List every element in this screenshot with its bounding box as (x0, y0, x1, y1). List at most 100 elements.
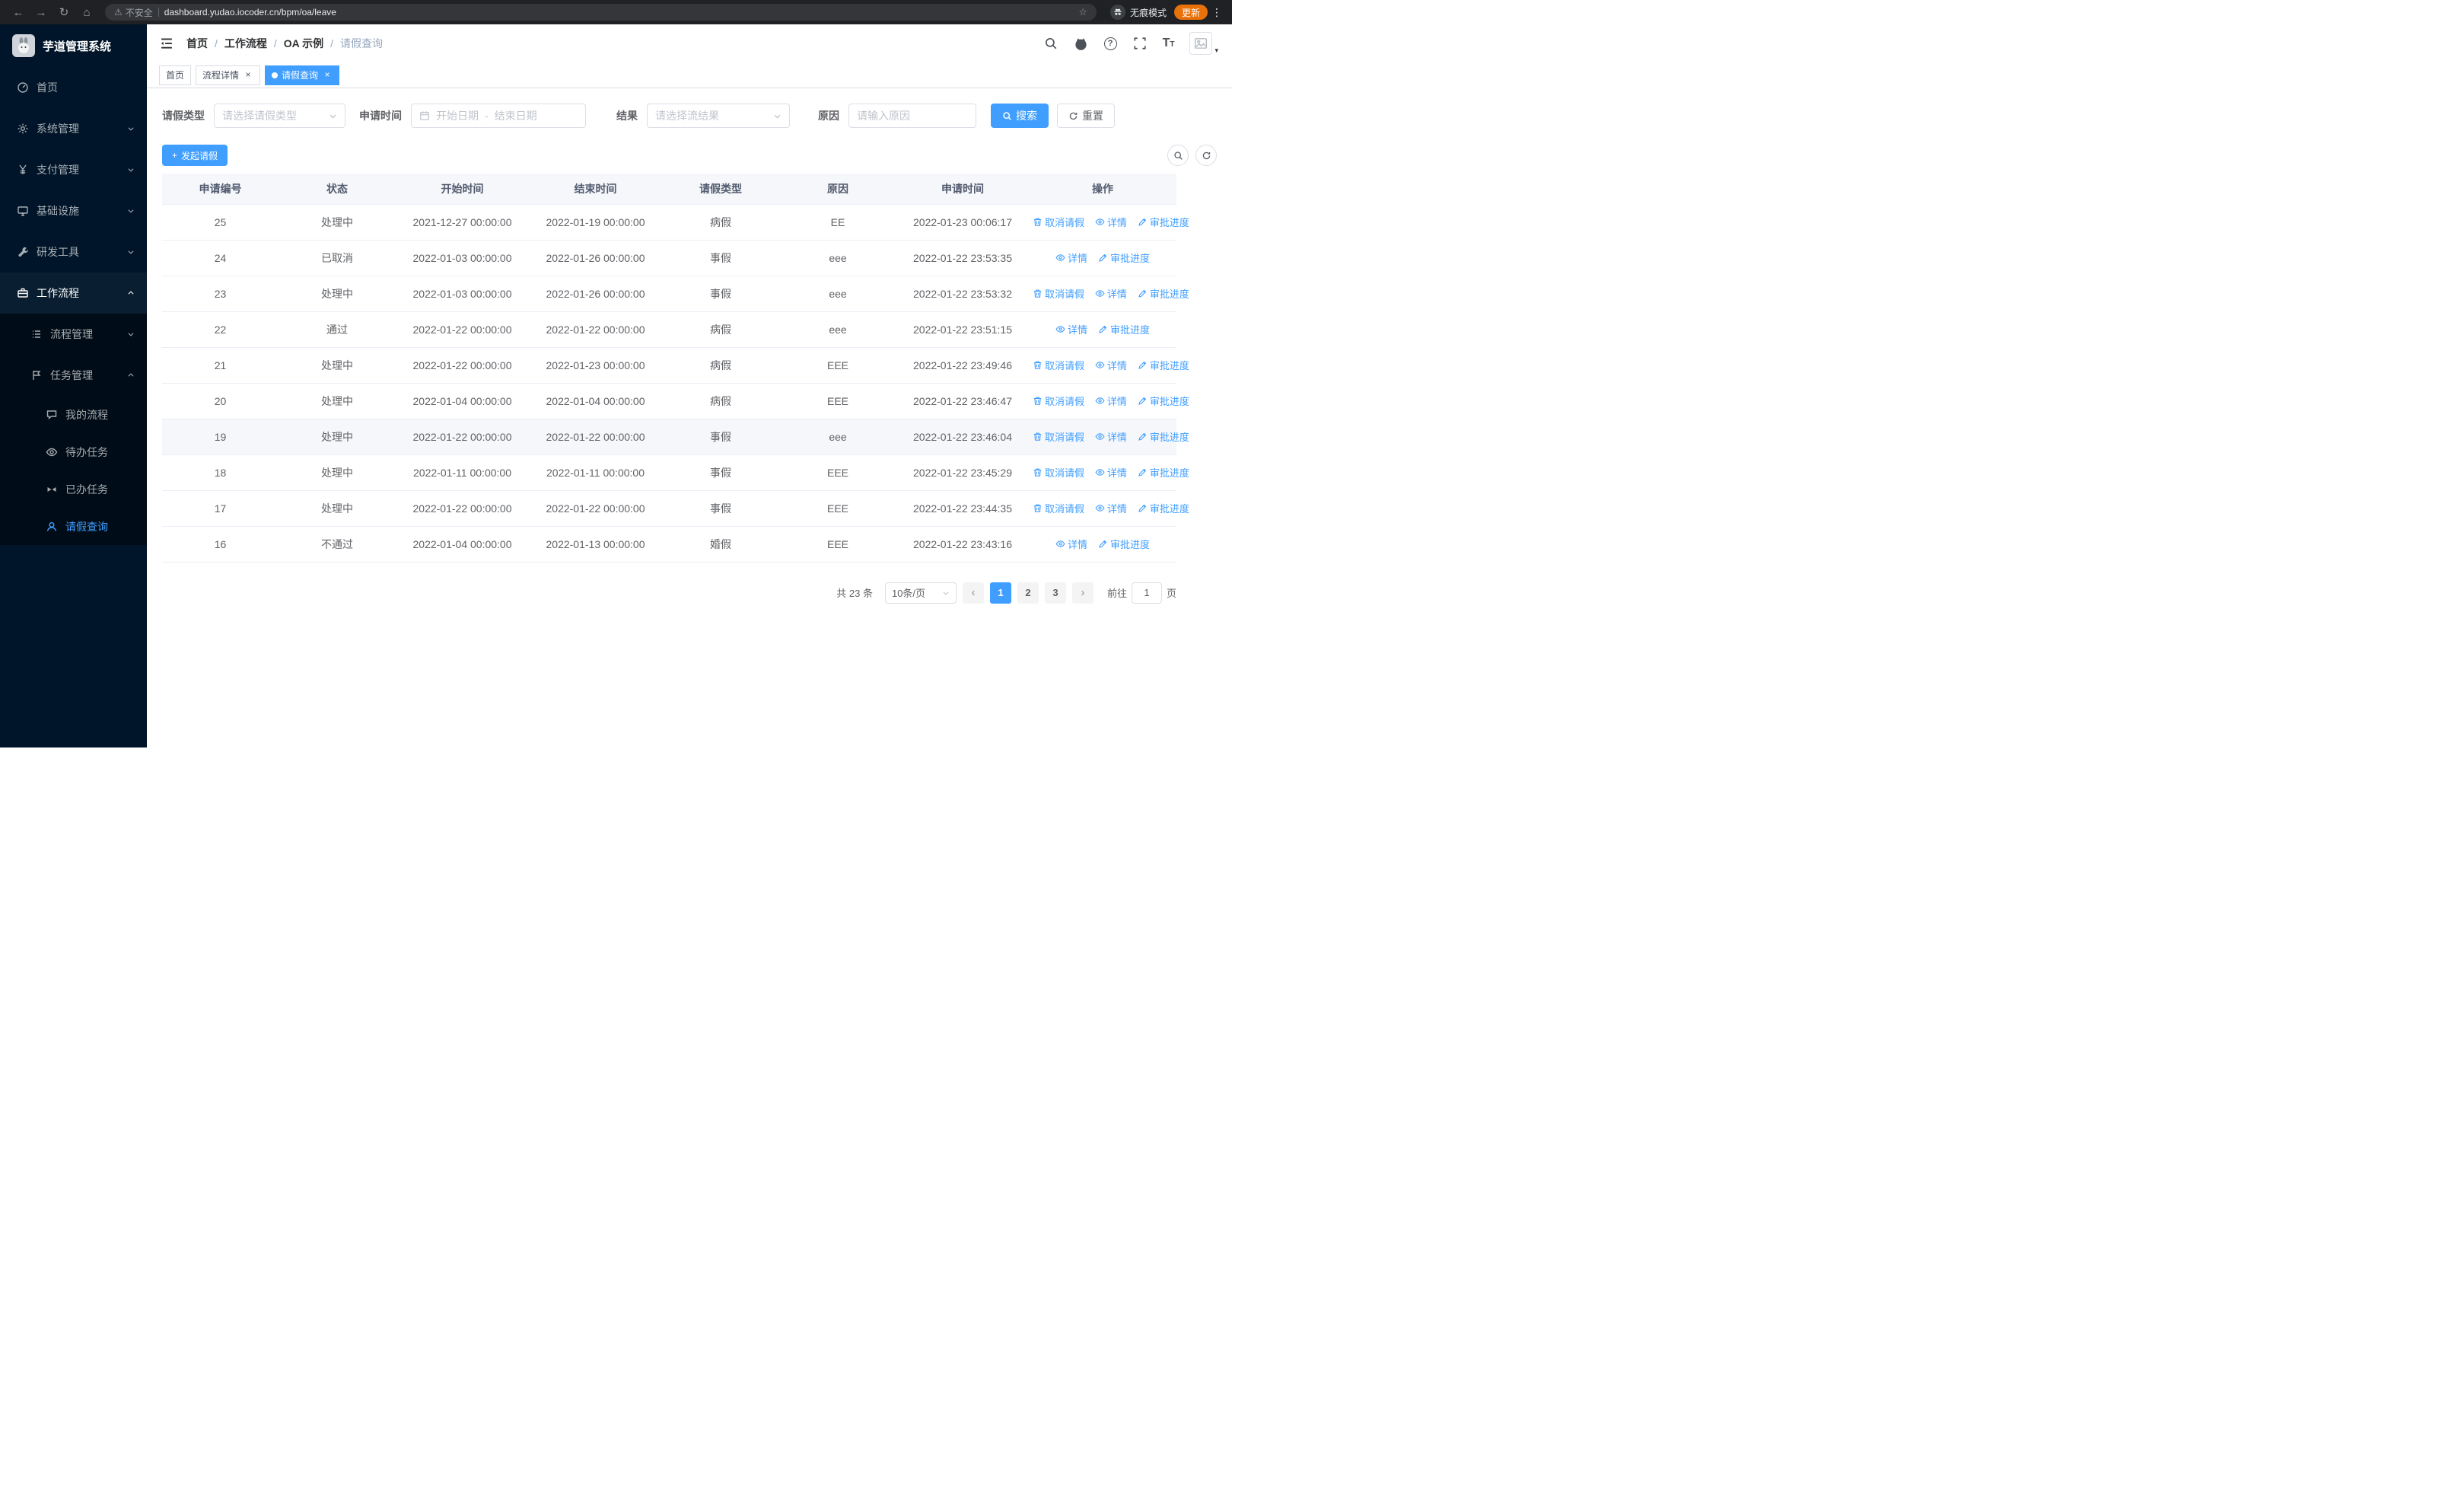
approval-progress-link[interactable]: 审批进度 (1098, 537, 1150, 551)
close-icon[interactable]: × (322, 69, 333, 81)
fullscreen-icon[interactable] (1132, 36, 1148, 51)
breadcrumb-oa-example[interactable]: OA 示例 (284, 36, 323, 51)
table-body: 25 处理中 2021-12-27 00:00:00 2022-01-19 00… (162, 204, 1189, 563)
approval-progress-link[interactable]: 审批进度 (1098, 250, 1150, 265)
browser-menu-icon[interactable]: ⋮ (1209, 6, 1224, 19)
browser-reload-button[interactable]: ↻ (53, 2, 75, 23)
table-row[interactable]: 25 处理中 2021-12-27 00:00:00 2022-01-19 00… (162, 204, 1189, 241)
approval-progress-link[interactable]: 审批进度 (1138, 394, 1189, 408)
sidebar-item-process-management[interactable]: 流程管理 (0, 314, 147, 355)
approval-progress-link[interactable]: 审批进度 (1138, 286, 1189, 301)
table-row[interactable]: 22 通过 2022-01-22 00:00:00 2022-01-22 00:… (162, 311, 1176, 348)
reset-button[interactable]: 重置 (1057, 104, 1115, 128)
table-row[interactable]: 17 处理中 2022-01-22 00:00:00 2022-01-22 00… (162, 490, 1189, 527)
toggle-search-button[interactable] (1167, 145, 1189, 166)
breadcrumb-workflow[interactable]: 工作流程 (224, 36, 267, 51)
detail-link[interactable]: 详情 (1095, 394, 1127, 408)
page-button-3[interactable]: 3 (1044, 582, 1066, 604)
table-row[interactable]: 19 处理中 2022-01-22 00:00:00 2022-01-22 00… (162, 419, 1189, 455)
detail-link[interactable]: 详情 (1095, 286, 1127, 301)
close-icon[interactable]: × (243, 69, 253, 81)
table-row[interactable]: 23 处理中 2022-01-03 00:00:00 2022-01-26 00… (162, 276, 1189, 312)
breadcrumb: 首页 / 工作流程 / OA 示例 / 请假查询 (186, 36, 384, 51)
approval-progress-link[interactable]: 审批进度 (1098, 322, 1150, 336)
page-size-select[interactable]: 10条/页 (884, 582, 957, 604)
detail-link[interactable]: 详情 (1095, 215, 1127, 229)
cell-start-time: 2022-01-03 00:00:00 (396, 276, 529, 312)
user-avatar[interactable]: ▾ (1189, 32, 1218, 55)
cancel-leave-link[interactable]: 取消请假 (1033, 429, 1084, 444)
sidebar-item-leave-query[interactable]: 请假查询 (0, 508, 147, 545)
table-row[interactable]: 20 处理中 2022-01-04 00:00:00 2022-01-04 00… (162, 383, 1189, 419)
sidebar-item-task-management[interactable]: 任务管理 (0, 355, 147, 396)
cancel-leave-link[interactable]: 取消请假 (1033, 501, 1084, 515)
apply-time-range-picker[interactable]: 开始日期 - 结束日期 (411, 104, 586, 128)
detail-label: 详情 (1106, 288, 1127, 300)
sidebar-item-payment[interactable]: 支付管理 (0, 149, 147, 190)
browser-back-button[interactable]: ← (8, 2, 29, 23)
cancel-leave-link[interactable]: 取消请假 (1033, 215, 1084, 229)
font-size-icon[interactable]: TT (1163, 37, 1175, 49)
cancel-leave-link[interactable]: 取消请假 (1033, 465, 1084, 480)
breadcrumb-home[interactable]: 首页 (186, 36, 208, 51)
security-warning[interactable]: ⚠ 不安全 (114, 6, 153, 19)
page-button-2[interactable]: 2 (1017, 582, 1039, 604)
prev-page-button[interactable]: ‹ (962, 582, 984, 604)
cancel-leave-link[interactable]: 取消请假 (1033, 394, 1084, 408)
detail-link[interactable]: 详情 (1055, 537, 1087, 551)
tab-process-detail[interactable]: 流程详情 × (196, 65, 261, 85)
browser-home-button[interactable]: ⌂ (76, 2, 97, 23)
collapse-sidebar-icon[interactable] (159, 36, 174, 51)
result-select[interactable]: 请选择流结果 (647, 104, 790, 128)
sidebar-item-system[interactable]: 系统管理 (0, 108, 147, 149)
sidebar-item-todo-tasks[interactable]: 待办任务 (0, 433, 147, 470)
goto-page-input[interactable] (1131, 582, 1162, 604)
browser-forward-button[interactable]: → (30, 2, 52, 23)
browser-update-button[interactable]: 更新 (1173, 5, 1208, 20)
table-row[interactable]: 16 不通过 2022-01-04 00:00:00 2022-01-13 00… (162, 526, 1176, 563)
leave-type-select[interactable]: 请选择请假类型 (214, 104, 345, 128)
page-button-1[interactable]: 1 (989, 582, 1011, 604)
address-bar[interactable]: ⚠ 不安全 dashboard.yudao.iocoder.cn/bpm/oa/… (105, 4, 1097, 21)
chevron-down-icon (128, 250, 134, 254)
help-icon[interactable]: ? (1103, 37, 1117, 50)
table-row[interactable]: 24 已取消 2022-01-03 00:00:00 2022-01-26 00… (162, 240, 1176, 276)
next-page-button[interactable]: › (1071, 582, 1094, 604)
refresh-table-button[interactable] (1195, 145, 1217, 166)
search-icon[interactable] (1043, 36, 1059, 51)
apply-time-label: 申请时间 (359, 110, 402, 122)
github-icon[interactable] (1074, 36, 1089, 51)
approval-progress-link[interactable]: 审批进度 (1138, 215, 1189, 229)
bookmark-star-icon[interactable]: ☆ (1078, 6, 1087, 18)
tab-leave-query[interactable]: 请假查询 × (265, 65, 340, 85)
approval-progress-link[interactable]: 审批进度 (1138, 358, 1189, 372)
cancel-leave-link[interactable]: 取消请假 (1033, 286, 1084, 301)
app-logo[interactable]: 芋道管理系统 (0, 24, 147, 67)
approval-progress-link[interactable]: 审批进度 (1138, 501, 1189, 515)
tab-home[interactable]: 首页 (159, 65, 192, 85)
detail-link[interactable]: 详情 (1095, 429, 1127, 444)
approval-progress-link[interactable]: 审批进度 (1138, 465, 1189, 480)
detail-link[interactable]: 详情 (1055, 250, 1087, 265)
sidebar-item-infrastructure[interactable]: 基础设施 (0, 190, 147, 231)
table-row[interactable]: 21 处理中 2022-01-22 00:00:00 2022-01-23 00… (162, 347, 1189, 384)
detail-link[interactable]: 详情 (1095, 501, 1127, 515)
cell-leave-type: 病假 (662, 204, 779, 241)
sidebar-item-workflow[interactable]: 工作流程 (0, 273, 147, 314)
reason-input[interactable] (848, 104, 976, 128)
search-button[interactable]: 搜索 (991, 104, 1049, 128)
table-row[interactable]: 18 处理中 2022-01-11 00:00:00 2022-01-11 00… (162, 454, 1189, 491)
approval-progress-link[interactable]: 审批进度 (1138, 429, 1189, 444)
sidebar-item-my-processes[interactable]: 我的流程 (0, 396, 147, 433)
sidebar-item-home[interactable]: 首页 (0, 67, 147, 108)
create-leave-button[interactable]: + 发起请假 (162, 145, 228, 166)
cell-leave-type: 病假 (662, 311, 779, 348)
detail-link[interactable]: 详情 (1055, 322, 1087, 336)
sidebar-item-devtools[interactable]: 研发工具 (0, 231, 147, 273)
detail-link[interactable]: 详情 (1095, 465, 1127, 480)
sidebar-item-done-tasks[interactable]: 已办任务 (0, 470, 147, 508)
detail-link[interactable]: 详情 (1095, 358, 1127, 372)
cancel-leave-link[interactable]: 取消请假 (1033, 358, 1084, 372)
user-icon (46, 521, 57, 531)
cell-leave-type: 事假 (662, 454, 779, 491)
